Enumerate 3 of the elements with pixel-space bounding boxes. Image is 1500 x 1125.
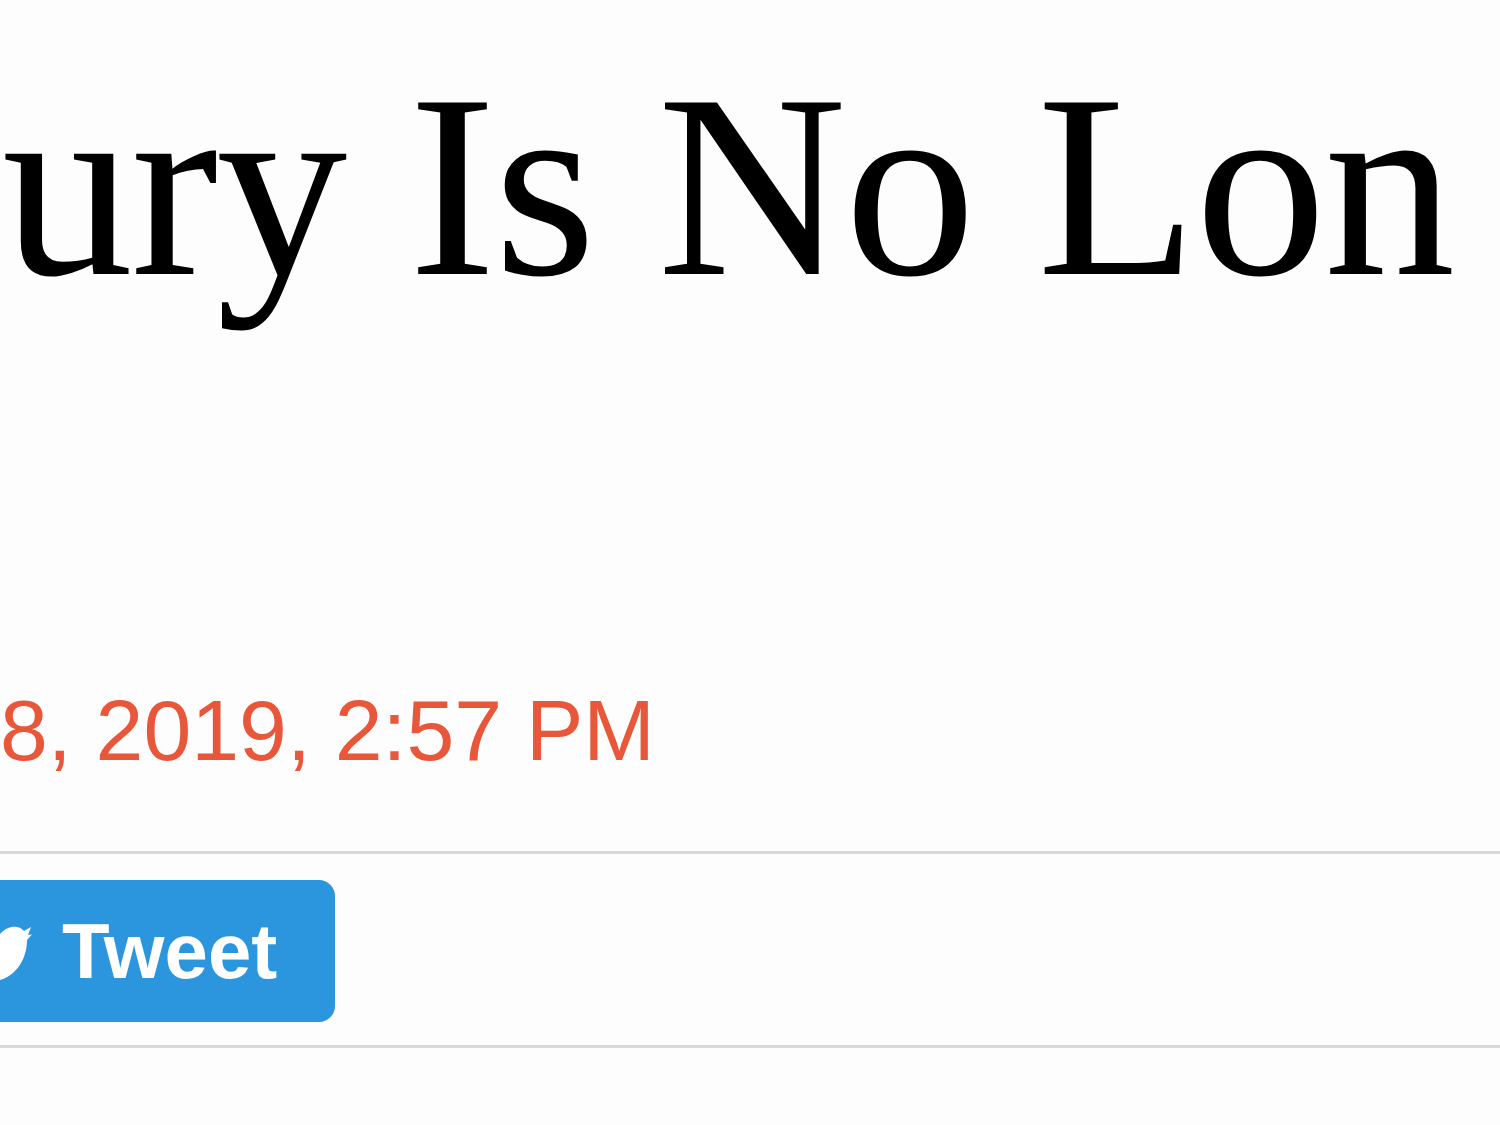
- article-headline: ury Is No Lon: [2, 40, 1455, 333]
- publish-timestamp: 8, 2019, 2:57 PM: [0, 687, 655, 774]
- tweet-button[interactable]: Tweet: [0, 880, 336, 1023]
